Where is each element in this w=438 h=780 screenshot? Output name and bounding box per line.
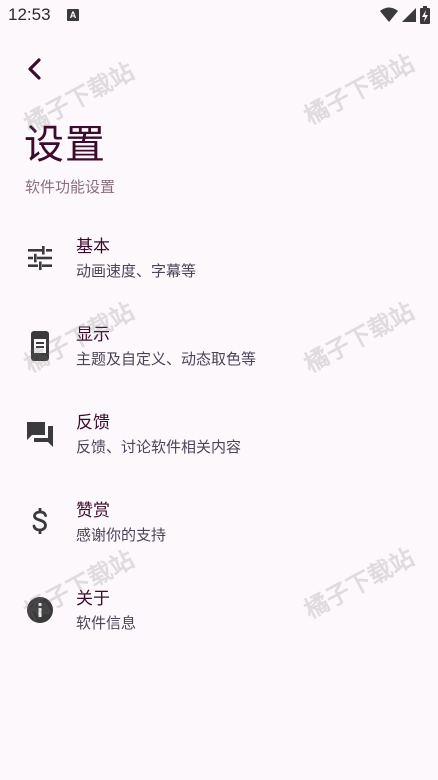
forum-icon xyxy=(24,418,56,450)
wifi-icon xyxy=(380,7,398,22)
status-icons xyxy=(380,6,430,24)
status-time: 12:53 xyxy=(8,5,51,24)
menu-desc: 主题及自定义、动态取色等 xyxy=(76,350,257,368)
status-bar: 12:53 A xyxy=(0,0,438,32)
phone-display-icon xyxy=(24,330,56,362)
signal-icon xyxy=(402,8,416,22)
page-title: 设置 xyxy=(24,122,106,168)
menu-desc: 动画速度、字幕等 xyxy=(76,262,197,280)
dollar-icon xyxy=(24,506,56,538)
tune-icon xyxy=(24,242,56,274)
menu-title: 基本 xyxy=(76,237,110,257)
menu-title: 赞赏 xyxy=(76,501,110,521)
menu-title: 显示 xyxy=(76,325,110,345)
menu-desc: 软件信息 xyxy=(76,614,137,632)
menu-item-about[interactable]: 关于 软件信息 xyxy=(0,580,438,660)
arrow-back-icon xyxy=(28,58,41,80)
watermark: 橘子下载站 xyxy=(299,49,419,131)
menu-title: 反馈 xyxy=(76,413,110,433)
back-button[interactable] xyxy=(18,52,52,86)
menu-desc: 感谢你的支持 xyxy=(76,526,167,544)
menu-item-basic[interactable]: 基本 动画速度、字幕等 xyxy=(0,228,438,308)
notification-icon: A xyxy=(67,9,79,21)
menu-desc: 反馈、讨论软件相关内容 xyxy=(76,438,242,456)
menu-title: 关于 xyxy=(76,589,110,609)
page-subtitle: 软件功能设置 xyxy=(25,178,116,196)
menu-item-display[interactable]: 显示 主题及自定义、动态取色等 xyxy=(0,316,438,396)
menu-item-feedback[interactable]: 反馈 反馈、讨论软件相关内容 xyxy=(0,404,438,484)
menu-item-donate[interactable]: 赞赏 感谢你的支持 xyxy=(0,492,438,572)
info-icon xyxy=(24,594,56,626)
battery-icon xyxy=(420,6,430,24)
